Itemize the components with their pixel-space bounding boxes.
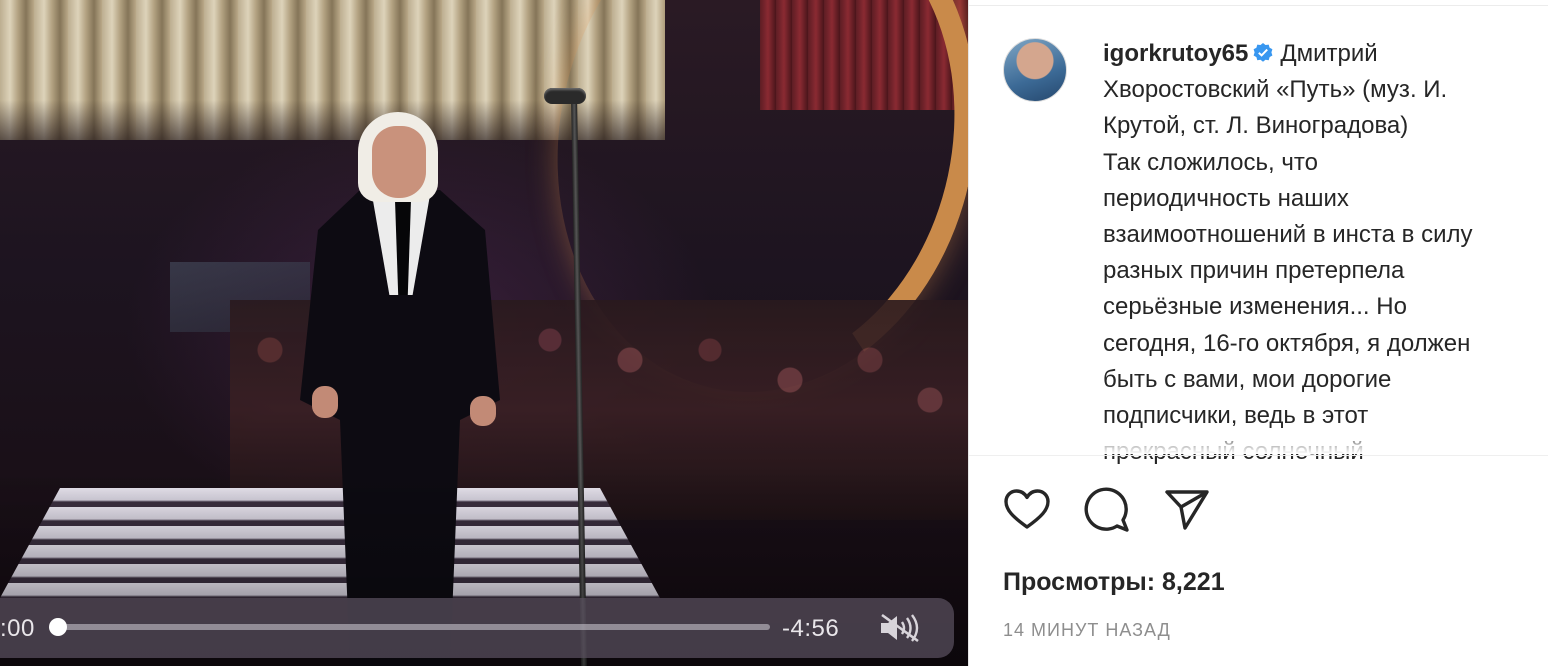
post-panel: igorkrutoy65 Дмитрий Хворостовский «Путь… [968,0,1548,666]
caption-line-5: взаимоотношений в инста в силу [1103,221,1473,249]
send-icon[interactable] [1163,486,1211,534]
caption-line-9: быть с вами, мои дорогие [1103,365,1392,393]
scrubber-knob[interactable] [49,618,67,636]
current-time: :00 [0,615,35,642]
post-caption: igorkrutoy65 Дмитрий Хворостовский «Путь… [1103,36,1548,470]
caption-line-2: Крутой, ст. Л. Виноградова) [1103,112,1409,140]
scrubber-track[interactable] [58,624,770,630]
video-vignette [0,0,968,666]
views-count[interactable]: Просмотры: 8,221 [1003,568,1225,597]
avatar[interactable] [1003,38,1067,102]
verified-badge-icon [1253,43,1273,62]
caption-line-0: Дмитрий [1280,40,1378,67]
caption-line-3: Так сложилось, что [1103,148,1318,176]
caption-first-line: igorkrutoy65 Дмитрий [1103,36,1548,72]
caption-line-8: сегодня, 16-го октября, я должен [1103,329,1471,357]
heart-icon[interactable] [1003,486,1051,534]
caption-line-1: Хворостовский «Путь» (муз. И. [1103,76,1448,104]
caption-line-7: серьёзные изменения... Но [1103,293,1407,321]
remaining-time: -4:56 [782,615,840,642]
caption-fade [969,432,1548,454]
caption-line-6: разных причин претерпела [1103,257,1405,285]
comment-icon[interactable] [1083,486,1131,534]
top-divider [969,5,1548,6]
caption-line-4: периодичность наших [1103,184,1349,212]
video-player[interactable]: :00 -4:56 [0,0,968,666]
caption-line-10: подписчики, ведь в этот [1103,402,1369,430]
post-timestamp[interactable]: 14 МИНУТ НАЗАД [1003,620,1171,641]
speaker-muted-icon[interactable] [878,612,924,644]
username-link[interactable]: igorkrutoy65 [1103,40,1248,67]
section-divider [969,455,1548,456]
